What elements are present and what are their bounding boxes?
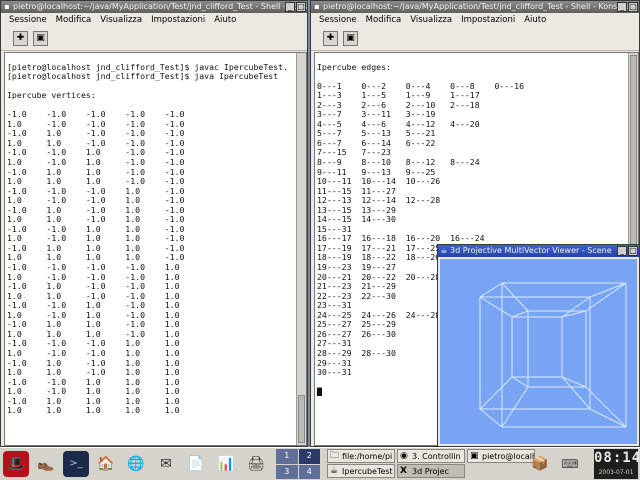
chart-icon[interactable]: 📊 (213, 451, 239, 477)
menu-visualizza[interactable]: Visualizza (100, 13, 142, 28)
left-scrollbar-thumb[interactable] (298, 395, 305, 443)
shoes-icon[interactable]: 👞 (33, 451, 59, 477)
viewer-3d-canvas[interactable] (440, 259, 637, 444)
maximize-icon[interactable]: □ (628, 2, 638, 12)
viewer-titlebar[interactable]: ☕ 3d Projective MultiVector Viewer - Sce… (438, 245, 639, 257)
minimize-icon[interactable]: _ (617, 2, 627, 12)
task-label: file:/home/pi (342, 452, 393, 461)
wireframe-edge (585, 386, 627, 428)
keyboard-icon[interactable]: ⌨ (557, 451, 583, 477)
new-session-icon[interactable]: ✚ (323, 31, 338, 46)
terminal-icon: ▣ (470, 451, 479, 461)
wireframe-edge (479, 376, 513, 410)
pager-desktop-1[interactable]: 1 (276, 449, 298, 464)
wireframe-edge (479, 282, 503, 298)
clock-time: 08:14 (594, 450, 640, 466)
task-browser[interactable]: ◉ 3. Controllin (397, 449, 465, 463)
terminal-session-icon[interactable]: ▣ (343, 31, 358, 46)
menu-aiuto[interactable]: Aiuto (524, 13, 546, 28)
left-menubar: Sessione Modifica Visualizza Impostazion… (1, 13, 307, 28)
terminal-session-icon[interactable]: ▣ (33, 31, 48, 46)
left-terminal-line: Ipercube vertices: (7, 90, 96, 101)
menu-modifica[interactable]: Modifica (366, 13, 402, 28)
document-icon[interactable]: 📄 (183, 451, 209, 477)
mail-icon[interactable]: ✉ (153, 451, 179, 477)
browser-icon: ◉ (400, 451, 408, 461)
clock[interactable]: 08:14 2003-07-01 (594, 449, 640, 479)
menu-visualizza[interactable]: Visualizza (410, 13, 452, 28)
menu-sessione[interactable]: Sessione (319, 13, 357, 28)
menu-aiuto[interactable]: Aiuto (214, 13, 236, 28)
folder-icon: 🗀 (330, 451, 340, 461)
konsole-icon[interactable]: ▪ (2, 2, 12, 12)
minimize-icon[interactable]: _ (285, 2, 295, 12)
wireframe-edge (511, 376, 529, 388)
task-label: 3d Projec (412, 467, 449, 476)
maximize-icon[interactable]: □ (628, 246, 638, 256)
task-label: 3. Controllin (412, 452, 461, 461)
task-3d-viewer[interactable]: X 3d Projec (397, 464, 465, 478)
pager-desktop-4[interactable]: 4 (298, 464, 320, 479)
desktop-pager: 1 2 3 4 (276, 449, 320, 479)
home-folder-icon[interactable]: 🏠 (93, 451, 119, 477)
taskbar: 🎩 👞 >_ 🏠 🌐 ✉ 📄 📊 🖨 1 2 3 4 🗀 file:/home/… (0, 447, 640, 480)
java-window-icon[interactable]: ☕ (439, 246, 449, 256)
task-konsole[interactable]: ▣ pietro@localh (467, 449, 535, 463)
viewer-window: ☕ 3d Projective MultiVector Viewer - Sce… (437, 244, 640, 447)
right-menubar: Sessione Modifica Visualizza Impostazion… (311, 13, 639, 28)
viewer-title: 3d Projective MultiVector Viewer - Scene (450, 246, 612, 255)
minimize-icon[interactable]: _ (617, 246, 627, 256)
wireframe-edge (585, 282, 627, 312)
maximize-icon[interactable]: □ (296, 2, 306, 12)
pager-desktop-3[interactable]: 3 (276, 464, 298, 479)
left-terminal-line: 1.0 1.0 1.0 1.0 1.0 (7, 405, 180, 416)
clock-date: 2003-07-01 (598, 469, 634, 476)
konsole-icon[interactable]: ▪ (312, 2, 322, 12)
wireframe-edge (589, 408, 627, 428)
menu-impostazioni[interactable]: Impostazioni (461, 13, 515, 28)
left-window-title: pietro@localhost:~/java/MyApplication/Te… (13, 2, 307, 11)
print-icon[interactable]: 🖨 (243, 451, 269, 477)
terminal-icon[interactable]: >_ (63, 451, 89, 477)
pager-desktop-2[interactable]: 2 (298, 449, 320, 464)
left-terminal-output[interactable]: [pietro@localhost jnd_clifford_Test]$ ja… (4, 52, 307, 446)
new-session-icon[interactable]: ✚ (13, 31, 28, 46)
wireframe-edge (501, 386, 529, 428)
right-window-titlebar[interactable]: ▪ pietro@localhost:~/java/MyApplication/… (311, 1, 639, 13)
right-window-title: pietro@localhost:~/java/MyApplication/Te… (323, 2, 630, 11)
task-ipercubetest[interactable]: ☕ IpercubeTest (327, 464, 395, 478)
menu-sessione[interactable]: Sessione (9, 13, 47, 28)
menu-impostazioni[interactable]: Impostazioni (151, 13, 205, 28)
tesseract-wireframe (479, 282, 627, 428)
redhat-icon[interactable]: 🎩 (3, 451, 29, 477)
left-konsole-window: ▪ pietro@localhost:~/java/MyApplication/… (0, 0, 308, 447)
package-icon[interactable]: 📦 (527, 451, 553, 477)
right-terminal-line: 14---15 14---30 (317, 214, 396, 225)
left-terminal-line: [pietro@localhost jnd_clifford_Test]$ ja… (7, 71, 279, 82)
menu-modifica[interactable]: Modifica (56, 13, 92, 28)
wireframe-edge (511, 310, 529, 318)
left-window-titlebar[interactable]: ▪ pietro@localhost:~/java/MyApplication/… (1, 1, 307, 13)
java-icon: ☕ (330, 466, 339, 476)
task-label: IpercubeTest (342, 467, 393, 476)
left-toolbar: ✚ ▣ (1, 28, 307, 51)
wireframe-edge (479, 408, 503, 428)
wireframe-edge (561, 376, 587, 388)
globe-icon[interactable]: 🌐 (123, 451, 149, 477)
right-terminal-line: Ipercube edges: (317, 61, 391, 72)
wireframe-edge (589, 282, 627, 298)
x-icon: X (400, 466, 407, 476)
right-toolbar: ✚ ▣ (311, 28, 639, 51)
left-scrollbar[interactable] (296, 53, 306, 445)
wireframe-edge (479, 296, 513, 318)
task-file-manager[interactable]: 🗀 file:/home/pi (327, 449, 395, 463)
